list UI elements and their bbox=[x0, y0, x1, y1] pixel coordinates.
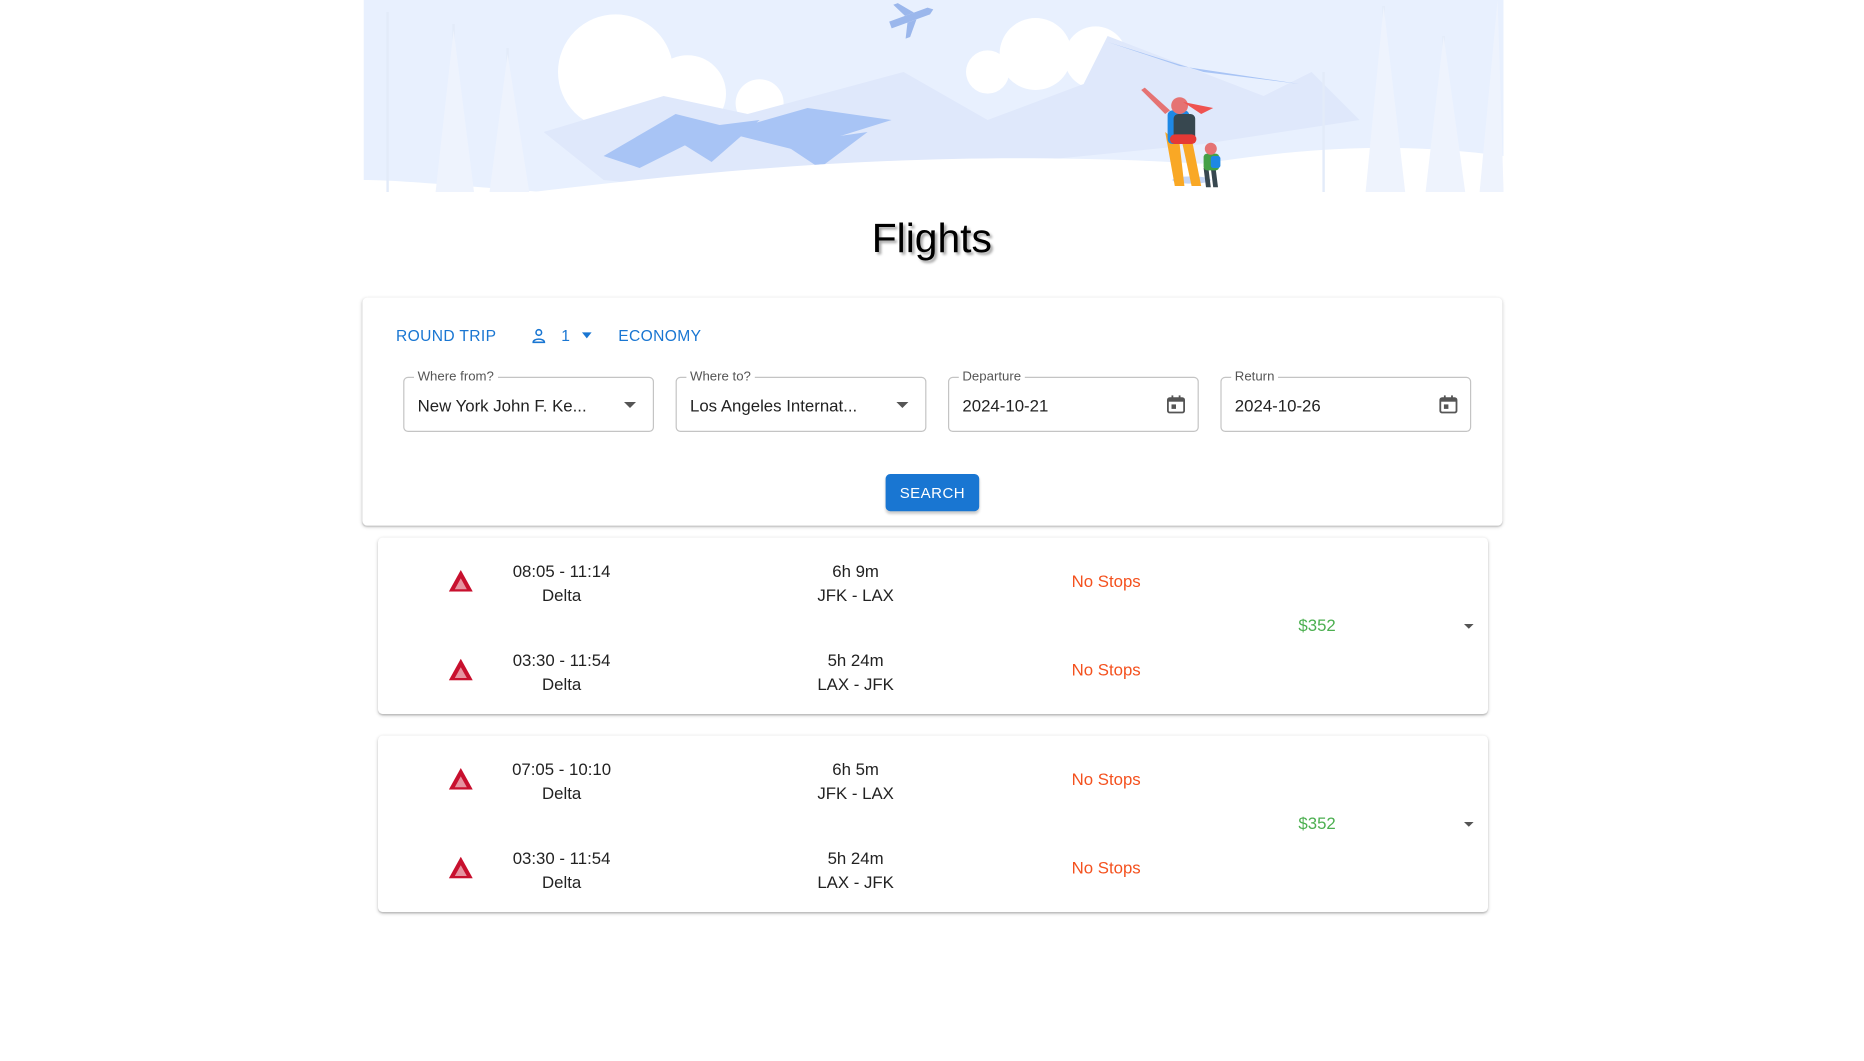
where-to-field[interactable]: Where to? Los Angeles Internat... bbox=[675, 368, 927, 433]
return-date-field[interactable]: Return 2024-10-26 bbox=[1220, 368, 1472, 433]
outbound-leg: 07:05 - 10:10 Delta 6h 5m JFK - LAX No S… bbox=[378, 751, 1146, 803]
flight-duration: 6h 5m bbox=[832, 759, 879, 779]
departure-label: Departure bbox=[958, 368, 1025, 386]
outbound-leg: 08:05 - 11:14 Delta 6h 9m JFK - LAX No S… bbox=[378, 553, 1146, 605]
departure-date-field[interactable]: Departure 2024-10-21 bbox=[948, 368, 1199, 433]
passenger-selector[interactable]: 1 bbox=[530, 326, 592, 344]
return-label: Return bbox=[1231, 368, 1279, 386]
departure-arrival-times: 03:30 - 11:54 bbox=[512, 848, 611, 868]
return-value: 2024-10-26 bbox=[1234, 396, 1321, 416]
airline-name: Delta bbox=[541, 872, 582, 892]
where-from-label: Where from? bbox=[414, 368, 498, 386]
flight-route: LAX - JFK bbox=[817, 674, 894, 694]
flight-duration: 5h 24m bbox=[827, 848, 884, 868]
chevron-down-icon bbox=[582, 332, 592, 339]
airline-name: Delta bbox=[541, 674, 582, 694]
dropdown-arrow-icon[interactable] bbox=[624, 402, 636, 409]
airline-name: Delta bbox=[541, 783, 582, 803]
flight-times: 07:05 - 10:10 Delta bbox=[496, 757, 628, 805]
passenger-count: 1 bbox=[561, 326, 571, 345]
flight-result-card[interactable]: 07:05 - 10:10 Delta 6h 5m JFK - LAX No S… bbox=[378, 735, 1488, 913]
where-to-label: Where to? bbox=[686, 368, 755, 386]
return-leg: 03:30 - 11:54 Delta 5h 24m LAX - JFK No … bbox=[378, 840, 1146, 892]
delta-logo-icon bbox=[448, 570, 473, 592]
flight-times: 08:05 - 11:14 Delta bbox=[496, 559, 628, 607]
flight-duration-route: 5h 24m LAX - JFK bbox=[796, 846, 916, 894]
trip-type-selector[interactable]: Round trip bbox=[396, 326, 496, 344]
calendar-icon[interactable] bbox=[1438, 394, 1460, 416]
flight-route: JFK - LAX bbox=[817, 585, 894, 605]
delta-logo-icon bbox=[448, 768, 473, 790]
calendar-icon[interactable] bbox=[1165, 394, 1187, 416]
flight-duration: 5h 24m bbox=[827, 650, 884, 670]
flight-times: 03:30 - 11:54 Delta bbox=[496, 846, 628, 894]
page-title: Flights bbox=[871, 216, 992, 262]
person-icon bbox=[532, 328, 545, 343]
search-options: Round trip 1 Economy bbox=[396, 326, 701, 344]
departure-value: 2024-10-21 bbox=[962, 396, 1049, 416]
dropdown-arrow-icon[interactable] bbox=[896, 402, 909, 409]
stops-label: No Stops bbox=[1071, 660, 1141, 680]
where-to-value: Los Angeles Internat... bbox=[690, 396, 858, 416]
stops-label: No Stops bbox=[1071, 769, 1141, 789]
departure-arrival-times: 08:05 - 11:14 bbox=[512, 561, 611, 581]
delta-logo-icon bbox=[448, 856, 473, 879]
where-from-field[interactable]: Where from? New York John F. Ke... bbox=[403, 368, 654, 433]
airline-name: Delta bbox=[541, 585, 582, 605]
expand-more-icon[interactable] bbox=[1464, 624, 1474, 629]
flight-search-form: Round trip 1 Economy Where from? New Yor… bbox=[362, 297, 1503, 526]
flights-page: Flights Round trip 1 Economy Where from?… bbox=[0, 0, 1864, 913]
cabin-class-selector[interactable]: Economy bbox=[618, 326, 701, 344]
departure-arrival-times: 07:05 - 10:10 bbox=[512, 759, 612, 779]
flight-duration-route: 6h 9m JFK - LAX bbox=[796, 559, 916, 607]
price-label: $352 bbox=[1298, 813, 1336, 833]
flight-times: 03:30 - 11:54 Delta bbox=[496, 648, 628, 696]
departure-arrival-times: 03:30 - 11:54 bbox=[512, 650, 611, 670]
flight-result-card[interactable]: 08:05 - 11:14 Delta 6h 9m JFK - LAX No S… bbox=[378, 537, 1488, 714]
flight-route: JFK - LAX bbox=[817, 783, 894, 803]
expand-more-icon[interactable] bbox=[1464, 822, 1474, 827]
where-from-value: New York John F. Ke... bbox=[417, 396, 587, 416]
flight-duration-route: 6h 5m JFK - LAX bbox=[796, 757, 916, 805]
stops-label: No Stops bbox=[1071, 571, 1141, 591]
flight-duration-route: 5h 24m LAX - JFK bbox=[796, 648, 916, 696]
stops-label: No Stops bbox=[1071, 858, 1141, 878]
price-label: $352 bbox=[1298, 615, 1336, 635]
delta-logo-icon bbox=[448, 658, 473, 681]
flight-route: LAX - JFK bbox=[817, 872, 894, 892]
return-leg: 03:30 - 11:54 Delta 5h 24m LAX - JFK No … bbox=[378, 642, 1146, 694]
hero-illustration bbox=[363, 0, 1504, 217]
flight-duration: 6h 9m bbox=[832, 561, 879, 581]
search-button[interactable]: Search bbox=[885, 474, 980, 512]
